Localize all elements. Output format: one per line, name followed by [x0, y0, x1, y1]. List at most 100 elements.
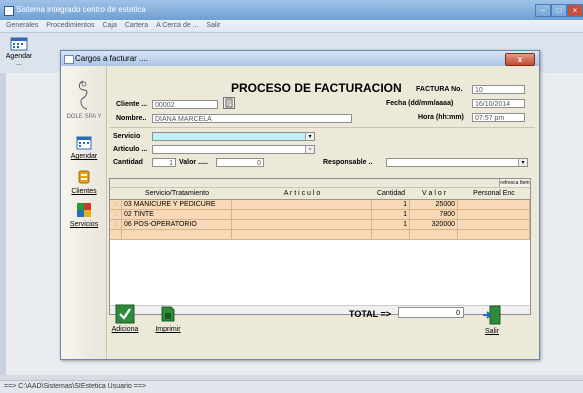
table-row-empty[interactable] — [110, 230, 530, 240]
calendar-icon — [10, 37, 28, 51]
grid-toolbar: refresca Item — [110, 179, 530, 188]
servicio-label: Servicio — [113, 133, 141, 140]
cell-articulo[interactable] — [232, 220, 372, 230]
dialog-icon — [64, 55, 74, 64]
hora-label: Hora (hh:mm) — [418, 114, 464, 121]
nombre-field[interactable]: DIANA MARCELA — [152, 114, 352, 123]
cell-articulo[interactable] — [232, 200, 372, 210]
chevron-down-icon[interactable]: ▾ — [518, 159, 527, 166]
side-servicios-button[interactable]: Servicios — [67, 202, 101, 228]
logo-figure-icon — [78, 80, 88, 110]
menu-acerca[interactable]: A Cerca de ... — [156, 20, 198, 32]
table-row[interactable]: :: 06 POS-OPERATORIO 1 320000 — [110, 220, 530, 230]
menu-salir[interactable]: Salir — [206, 20, 220, 32]
side-agendar-label: Agendar — [70, 153, 98, 160]
responsable-label: Responsable .. — [323, 159, 373, 166]
cell-servicio[interactable] — [122, 230, 232, 240]
cell-servicio[interactable]: 02 TINTE — [122, 210, 232, 220]
side-clientes-label: Clientes — [71, 188, 97, 195]
toolbar-agendar-button[interactable]: Agendar ... — [2, 35, 36, 69]
print-icon — [161, 306, 175, 322]
salir-label: Salir — [484, 328, 499, 335]
cliente-field[interactable]: 00002 — [152, 100, 218, 109]
grid-header-cantidad[interactable]: Cantidad — [372, 188, 411, 200]
dialog-sidebar: DOLE SPA Y Agendar Clientes Servicios — [61, 66, 107, 359]
cell-personal[interactable] — [458, 230, 530, 240]
cell-valor[interactable]: 7800 — [410, 210, 458, 220]
factura-field[interactable]: 10 — [472, 85, 525, 94]
cell-cantidad[interactable]: 1 — [372, 210, 410, 220]
dialog-close-button[interactable]: x — [505, 53, 535, 66]
cell-articulo[interactable] — [232, 210, 372, 220]
cell-valor[interactable]: 320000 — [410, 220, 458, 230]
side-servicios-label: Servicios — [69, 221, 99, 228]
cell-cantidad[interactable]: 1 — [372, 220, 410, 230]
servicio-combo[interactable]: ▾ — [152, 132, 315, 141]
menu-cartera[interactable]: Cartera — [125, 20, 148, 32]
app-close-button[interactable]: × — [567, 4, 583, 17]
adiciona-button[interactable]: Adiciona — [111, 304, 139, 333]
status-text: ==> C:\AAD\Sistemas\SIEstetica Usuario =… — [4, 383, 147, 390]
row-selector[interactable]: :: — [110, 210, 122, 220]
minimize-button[interactable]: – — [535, 4, 551, 17]
logo-text: DOLE SPA Y — [66, 114, 102, 120]
cell-personal[interactable] — [458, 200, 530, 210]
cell-servicio[interactable]: 03 MANICURE Y PEDICURE — [122, 200, 232, 210]
app-title: Sistema integrado centro de estetica — [16, 5, 146, 14]
facturacion-dialog: Cargos a facturar .... x DOLE SPA Y Agen… — [60, 50, 540, 360]
grid-header-servicio[interactable]: Servicio/Tratamiento — [122, 188, 233, 200]
clients-icon — [78, 170, 90, 184]
grid-header-articulo[interactable]: A r t i c u l o — [232, 188, 373, 200]
cell-cantidad[interactable]: 1 — [372, 200, 410, 210]
cell-cantidad[interactable] — [372, 230, 410, 240]
articulo-combo[interactable]: ▾ — [152, 145, 315, 154]
salir-button[interactable]: Salir — [479, 304, 505, 335]
page-title: PROCESO DE FACTURACION — [231, 81, 402, 95]
refresh-item-button[interactable]: refresca Item — [499, 179, 530, 187]
fecha-field[interactable]: 16/10/2014 — [472, 99, 525, 108]
cantidad-field[interactable]: 1 — [152, 158, 176, 167]
items-grid[interactable]: refresca Item Servicio/Tratamiento A r t… — [109, 178, 531, 315]
row-selector[interactable] — [110, 230, 122, 240]
side-clientes-button[interactable]: Clientes — [67, 169, 101, 195]
row-selector[interactable]: :: — [110, 220, 122, 230]
row-selector[interactable]: :: — [110, 200, 122, 210]
grid-header-valor[interactable]: V a l o r — [410, 188, 459, 200]
chevron-down-icon[interactable]: ▾ — [305, 146, 314, 153]
responsable-combo[interactable]: ▾ — [386, 158, 528, 167]
services-icon — [77, 203, 91, 217]
cantidad-label: Cantidad — [113, 159, 143, 166]
articulo-label: Articulo ... — [113, 146, 148, 153]
cell-valor[interactable] — [410, 230, 458, 240]
valor-field[interactable]: 0 — [216, 158, 264, 167]
imprimir-button[interactable]: Imprimir — [151, 304, 185, 333]
dialog-titlebar: Cargos a facturar .... x — [61, 51, 539, 66]
separator — [109, 127, 535, 128]
dialog-title: Cargos a facturar .... — [75, 54, 148, 63]
app-icon — [4, 6, 14, 16]
app-titlebar: Sistema integrado centro de estetica – □… — [0, 0, 583, 20]
left-strip — [0, 73, 6, 375]
chevron-down-icon[interactable]: ▾ — [305, 133, 314, 140]
cell-articulo[interactable] — [232, 230, 372, 240]
maximize-button[interactable]: □ — [551, 4, 567, 17]
factura-label: FACTURA No. — [416, 86, 463, 93]
total-label: TOTAL => — [349, 309, 392, 319]
cell-personal[interactable] — [458, 220, 530, 230]
imprimir-label: Imprimir — [155, 326, 181, 333]
menu-procedimientos[interactable]: Procedimientos — [46, 20, 94, 32]
table-row[interactable]: :: 03 MANICURE Y PEDICURE 1 25000 — [110, 200, 530, 210]
side-agendar-button[interactable]: Agendar — [67, 136, 101, 160]
cell-valor[interactable]: 25000 — [410, 200, 458, 210]
table-row[interactable]: :: 02 TINTE 1 7800 — [110, 210, 530, 220]
menu-generales[interactable]: Generales — [6, 20, 38, 32]
grid-header-personal[interactable]: Personal Enc — [458, 188, 530, 200]
cell-servicio[interactable]: 06 POS-OPERATORIO — [122, 220, 232, 230]
menu-caja[interactable]: Caja — [102, 20, 116, 32]
cell-personal[interactable] — [458, 210, 530, 220]
search-client-icon[interactable] — [223, 97, 235, 109]
exit-door-icon — [483, 305, 501, 325]
calendar-icon — [76, 136, 92, 150]
hora-field[interactable]: 07:57 pm — [472, 113, 525, 122]
menubar: Generales Procedimientos Caja Cartera A … — [0, 20, 583, 33]
